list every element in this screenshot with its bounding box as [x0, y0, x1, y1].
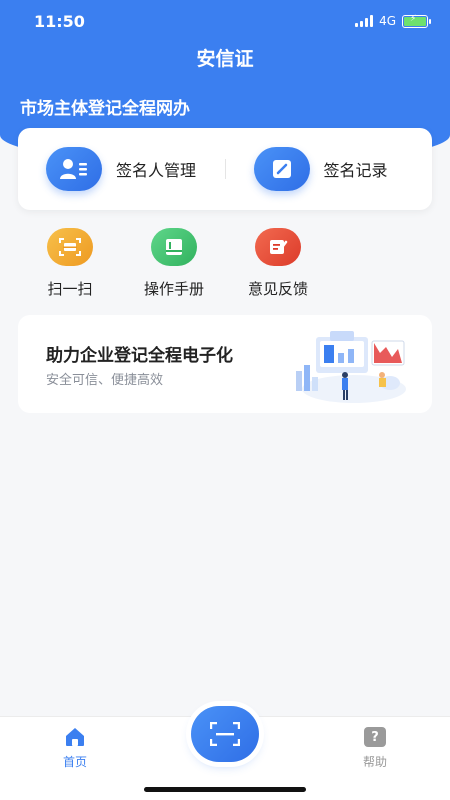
user-manual-button[interactable]: 操作手册 [122, 228, 226, 299]
tab-help-label: 帮助 [362, 755, 387, 769]
banner-illustration [296, 331, 406, 403]
tab-home[interactable]: 首页 [45, 727, 105, 770]
tab-help[interactable]: ? 帮助 [345, 727, 405, 770]
tab-home-label: 首页 [62, 755, 87, 769]
user-card-icon [46, 147, 102, 191]
status-bar: 11:50 4G [0, 0, 450, 44]
promo-banner[interactable]: 助力企业登记全程电子化 安全可信、便捷高效 [18, 315, 432, 413]
quick-actions: 扫一扫 操作手册 意见反馈 [18, 228, 330, 299]
signer-management-label: 签名人管理 [116, 161, 197, 180]
signer-management-button[interactable]: 签名人管理 [18, 128, 225, 210]
network-type: 4G [379, 14, 396, 28]
feedback-button[interactable]: 意见反馈 [226, 228, 330, 299]
battery-icon [402, 14, 431, 28]
quick-scan-label: 扫一扫 [47, 280, 93, 298]
status-time: 11:50 [34, 12, 85, 31]
status-indicators: 4G [355, 14, 431, 28]
page-subtitle: 市场主体登记全程网办 [20, 99, 190, 119]
banner-title: 助力企业登记全程电子化 [46, 346, 233, 366]
user-manual-label: 操作手册 [143, 280, 204, 298]
app-title: 安信证 [196, 48, 254, 70]
help-icon: ? [364, 727, 386, 747]
edit-note-icon [253, 147, 310, 191]
feedback-icon [255, 228, 301, 266]
signal-icon [355, 15, 374, 27]
feedback-label: 意见反馈 [247, 280, 308, 298]
banner-subtitle: 安全可信、便捷高效 [46, 373, 164, 388]
book-icon [151, 228, 197, 266]
signature-records-label: 签名记录 [323, 161, 388, 180]
scan-icon [47, 228, 93, 266]
quick-scan-button[interactable]: 扫一扫 [18, 228, 122, 299]
scan-icon [210, 722, 240, 746]
scan-button[interactable] [191, 706, 259, 762]
signature-records-button[interactable]: 签名记录 [226, 128, 433, 210]
main-actions-card: 签名人管理 签名记录 [18, 128, 432, 210]
home-indicator [144, 787, 306, 792]
home-icon [66, 728, 84, 746]
